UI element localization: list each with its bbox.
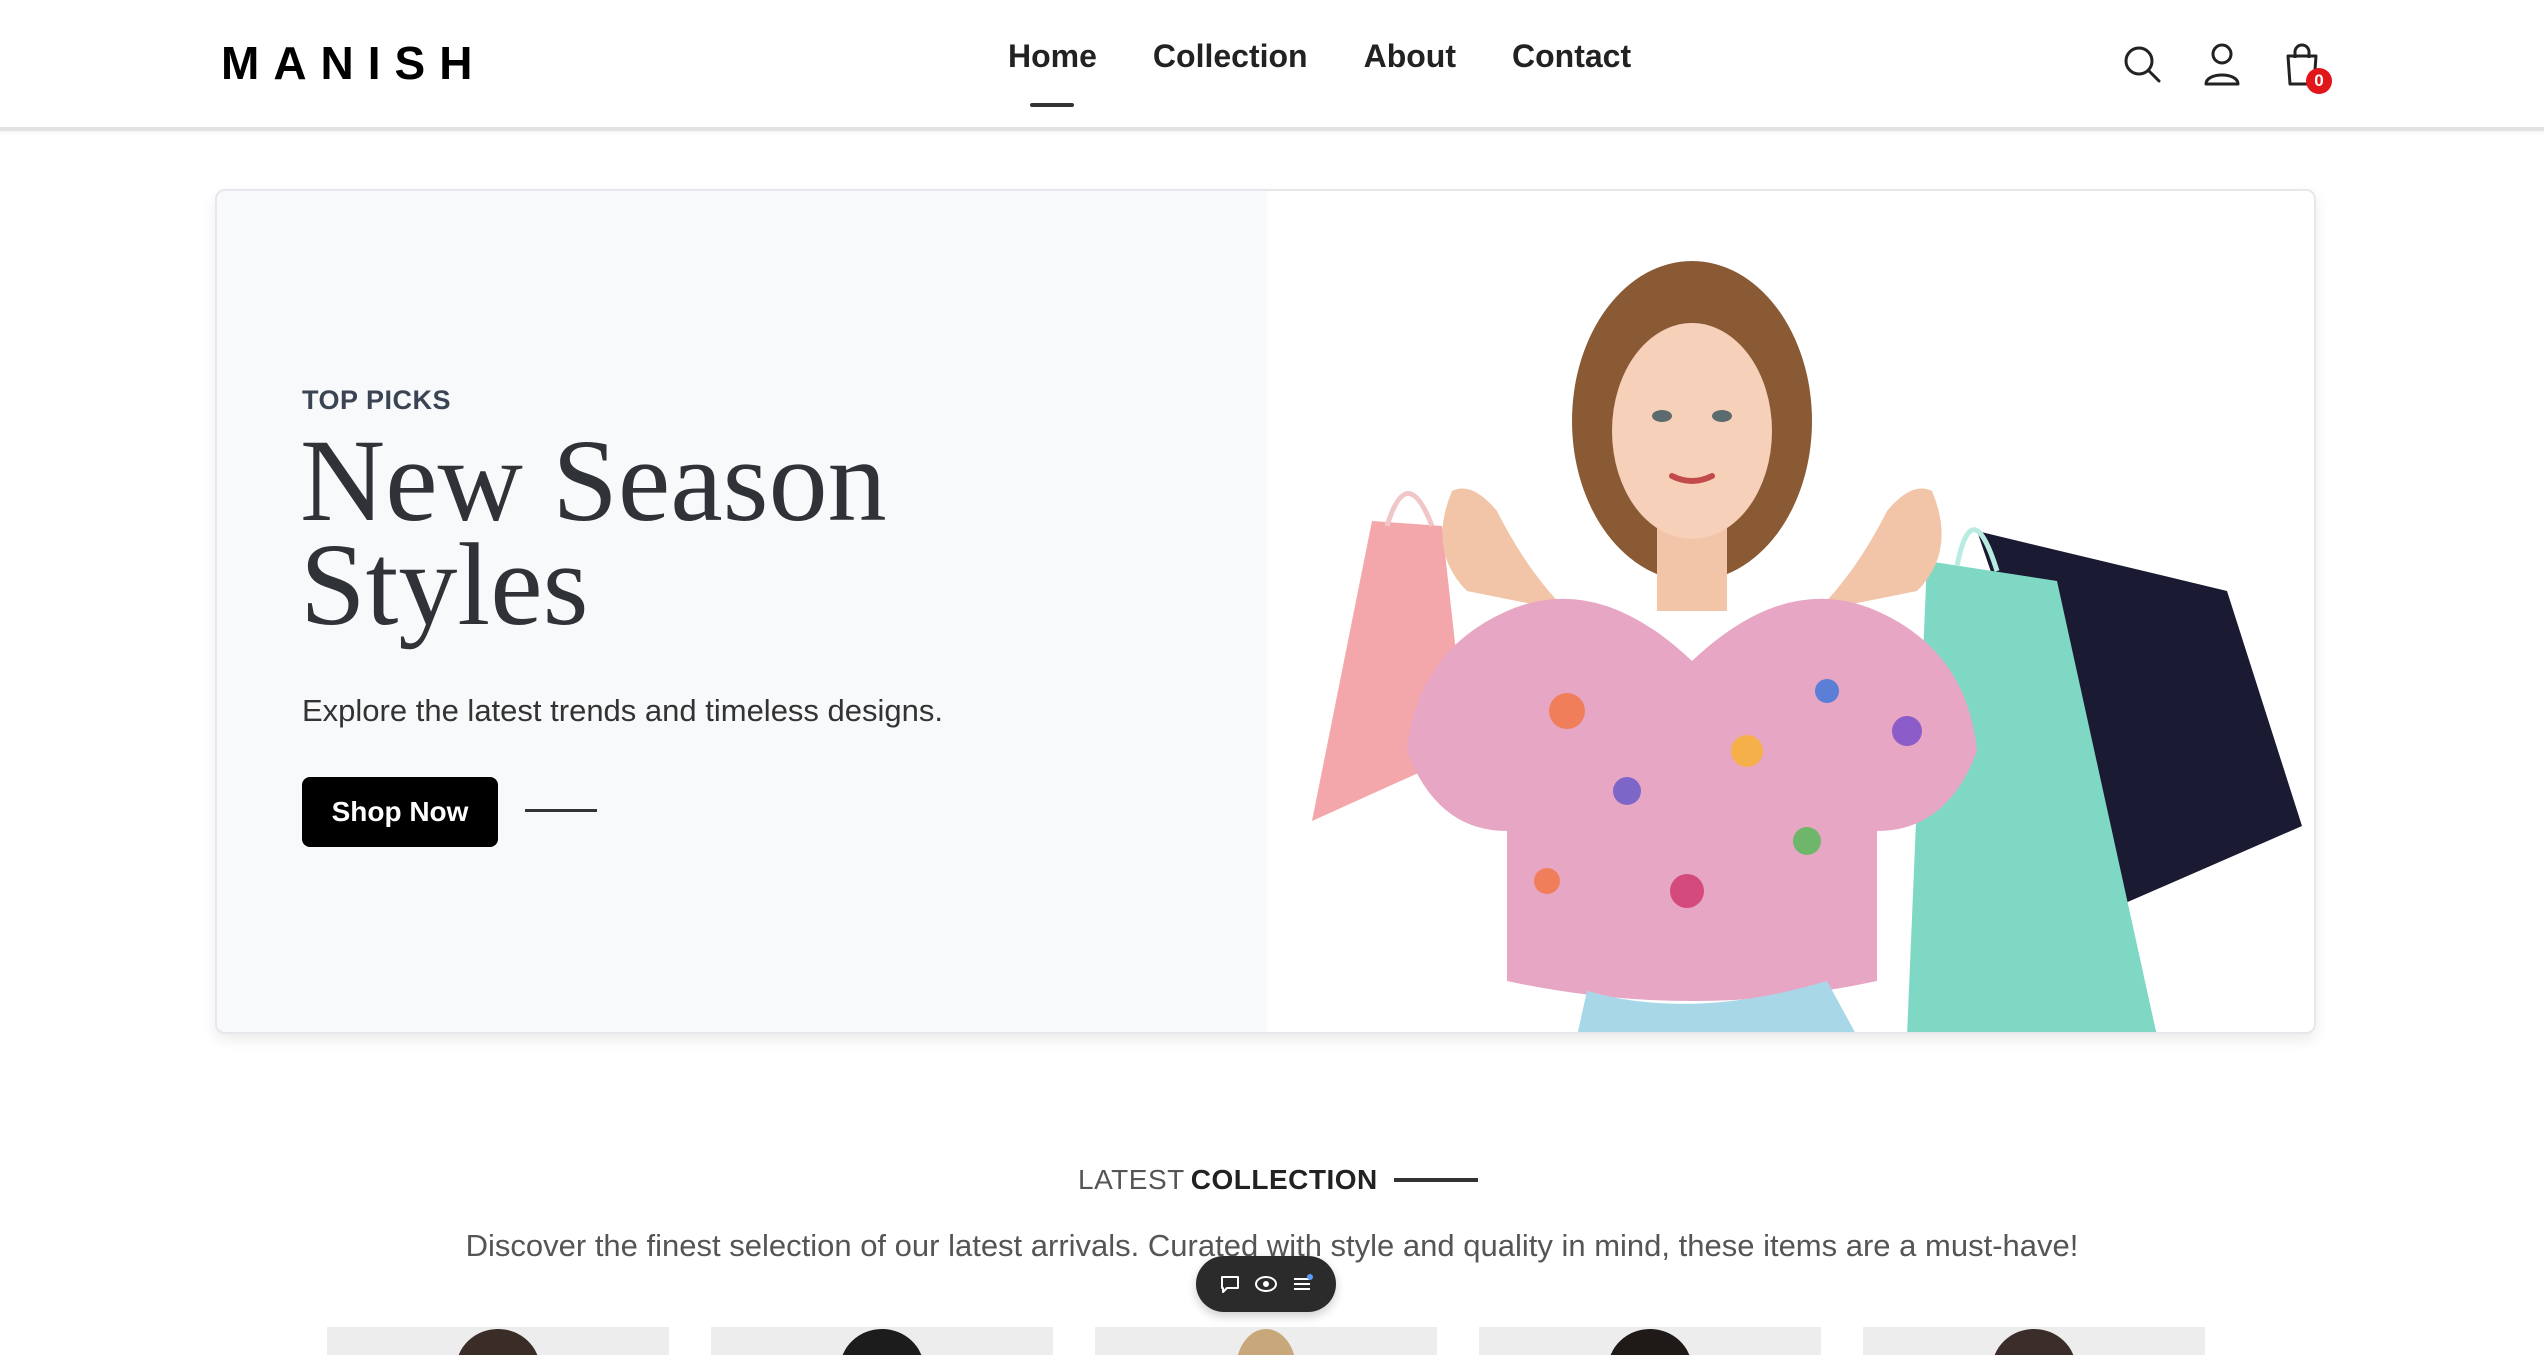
nav-collection[interactable]: Collection	[1125, 38, 1336, 75]
cart-count-badge: 0	[2306, 68, 2332, 94]
chat-bubble-icon[interactable]	[1216, 1270, 1244, 1298]
search-icon[interactable]	[2120, 40, 2164, 88]
title-decorative-line	[1393, 1178, 1478, 1182]
nav-about[interactable]: About	[1336, 38, 1484, 75]
site-header: MANISH Home Collection About Contact 0	[0, 0, 2544, 131]
product-image	[456, 1329, 540, 1355]
hero-banner: TOP PICKS New Season Styles Explore the …	[215, 189, 2316, 1034]
product-card[interactable]	[327, 1327, 669, 1355]
shop-now-button[interactable]: Shop Now	[302, 777, 498, 847]
user-icon[interactable]	[2200, 40, 2244, 88]
model-with-shopping-bags-illustration	[1312, 261, 2302, 1032]
floating-toolbar	[1196, 1256, 1336, 1312]
hero-subtext: Explore the latest trends and timeless d…	[302, 693, 944, 728]
hero-image	[1267, 191, 2314, 1032]
latest-collection-title: LATEST COLLECTION	[1078, 1164, 1478, 1196]
product-grid	[327, 1327, 2205, 1355]
header-actions: 0	[2120, 40, 2332, 94]
hero-headline: New Season Styles	[300, 415, 887, 650]
product-image	[1608, 1329, 1692, 1355]
hero-eyebrow: TOP PICKS	[302, 385, 452, 415]
latest-title-light: LATEST	[1078, 1164, 1185, 1195]
brand-logo[interactable]: MANISH	[221, 36, 486, 90]
product-image	[1992, 1329, 2076, 1355]
product-image	[1236, 1329, 1296, 1355]
main-nav: Home Collection About Contact	[980, 38, 1659, 75]
eye-icon[interactable]	[1252, 1270, 1280, 1298]
nav-contact[interactable]: Contact	[1484, 38, 1659, 75]
product-card[interactable]	[711, 1327, 1053, 1355]
shopping-bag-icon[interactable]: 0	[2280, 40, 2332, 94]
product-card[interactable]	[1863, 1327, 2205, 1355]
hero-text-panel: TOP PICKS New Season Styles Explore the …	[217, 191, 1267, 1032]
product-card[interactable]	[1479, 1327, 1821, 1355]
latest-title-bold: COLLECTION	[1190, 1164, 1378, 1195]
product-image	[840, 1329, 924, 1355]
nav-home[interactable]: Home	[980, 38, 1125, 75]
list-icon[interactable]	[1288, 1270, 1316, 1298]
product-card[interactable]	[1095, 1327, 1437, 1355]
cta-decorative-line	[525, 809, 597, 812]
